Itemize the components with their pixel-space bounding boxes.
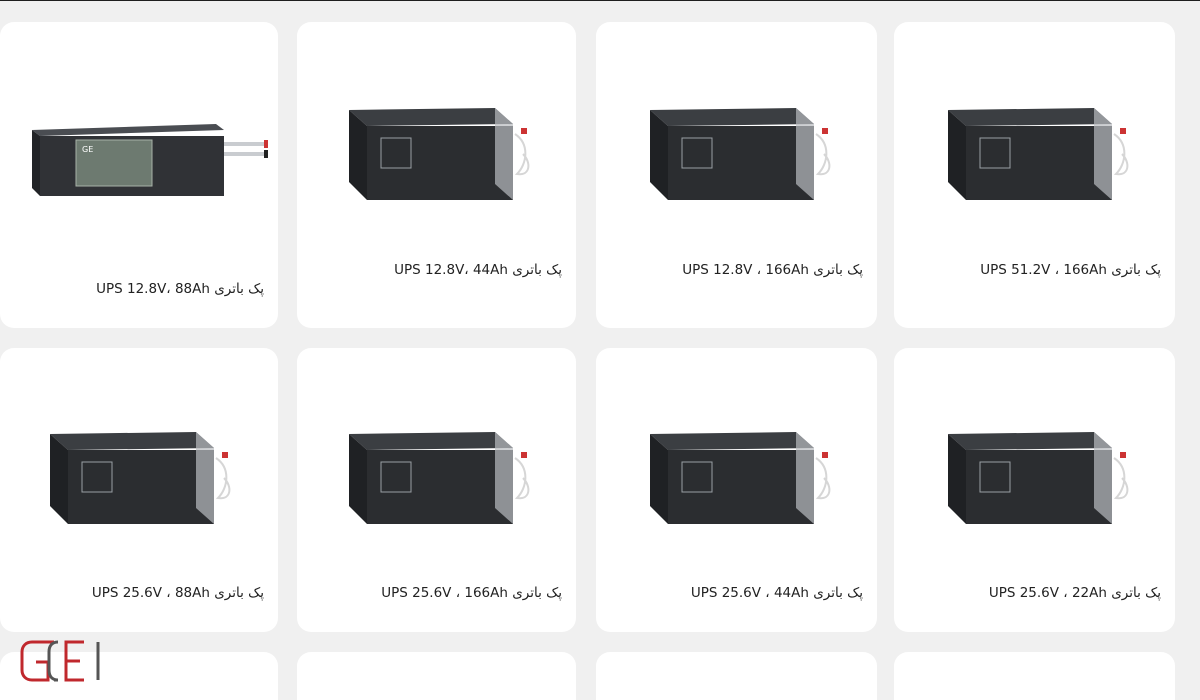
svg-text:GE: GE xyxy=(82,145,93,154)
product-card[interactable]: GE پک باتری UPS 12.8V، 88Ah xyxy=(0,22,278,328)
product-grid-page: پک باتری UPS 51.2V ، 166Ah پک باتری UPS … xyxy=(0,0,1200,700)
product-title[interactable]: پک باتری UPS 25.6V ، 166Ah xyxy=(381,585,562,601)
product-card[interactable]: پک باتری UPS 25.6V ، 22Ah xyxy=(894,348,1175,632)
product-card[interactable] xyxy=(297,652,576,700)
battery-pack-image: GE xyxy=(32,124,268,196)
product-title[interactable]: پک باتری UPS 12.8V، 44Ah xyxy=(394,262,562,278)
battery-pack-image xyxy=(948,432,1129,524)
header-divider xyxy=(0,0,1200,1)
product-title[interactable]: پک باتری UPS 12.8V، 88Ah xyxy=(96,281,264,297)
product-card[interactable]: پک باتری UPS 12.8V ، 166Ah xyxy=(596,22,877,328)
product-card[interactable]: پک باتری UPS 25.6V ، 44Ah xyxy=(596,348,877,632)
product-card[interactable]: پک باتری UPS 25.6V ، 166Ah xyxy=(297,348,576,632)
product-title[interactable]: پک باتری UPS 25.6V ، 22Ah xyxy=(989,585,1161,601)
product-title[interactable]: پک باتری UPS 25.6V ، 88Ah xyxy=(92,585,264,601)
product-title[interactable]: پک باتری UPS 51.2V ، 166Ah xyxy=(980,262,1161,278)
product-card[interactable]: پک باتری UPS 51.2V ، 166Ah xyxy=(894,22,1175,328)
product-title[interactable]: پک باتری UPS 12.8V ، 166Ah xyxy=(682,262,863,278)
product-card[interactable]: پک باتری UPS 12.8V، 44Ah xyxy=(297,22,576,328)
battery-pack-image xyxy=(50,432,231,524)
battery-pack-image xyxy=(948,108,1129,200)
battery-pack-image xyxy=(349,432,530,524)
battery-pack-image xyxy=(349,108,530,200)
product-card[interactable]: پک باتری UPS 25.6V ، 88Ah xyxy=(0,348,278,632)
product-card[interactable] xyxy=(596,652,877,700)
battery-pack-image xyxy=(650,108,831,200)
gei-logo xyxy=(20,640,100,682)
product-card[interactable] xyxy=(894,652,1175,700)
battery-pack-image xyxy=(650,432,831,524)
product-title[interactable]: پک باتری UPS 25.6V ، 44Ah xyxy=(691,585,863,601)
